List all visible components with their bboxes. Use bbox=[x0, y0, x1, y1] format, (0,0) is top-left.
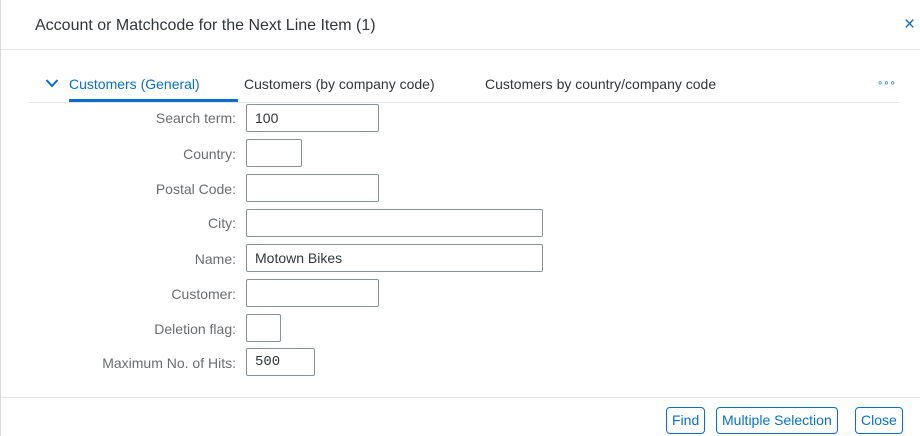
max-hits-input[interactable] bbox=[246, 348, 315, 376]
tab-customers-general[interactable]: Customers (General) bbox=[69, 76, 200, 92]
deletion-flag-label: Deletion flag: bbox=[154, 321, 236, 337]
tab-customers-by-country-company-code[interactable]: Customers by country/company code bbox=[485, 76, 716, 92]
header-divider bbox=[1, 49, 920, 50]
active-tab-indicator bbox=[69, 99, 238, 102]
multiple-selection-button[interactable]: Multiple Selection bbox=[716, 407, 838, 434]
close-icon[interactable]: × bbox=[904, 15, 915, 34]
postal-code-input[interactable] bbox=[246, 174, 379, 202]
close-button[interactable]: Close bbox=[855, 407, 903, 434]
customer-input[interactable] bbox=[246, 279, 379, 307]
name-input[interactable] bbox=[246, 244, 543, 272]
max-hits-label: Maximum No. of Hits: bbox=[102, 355, 236, 371]
search-term-input[interactable] bbox=[246, 104, 379, 132]
chevron-down-icon[interactable] bbox=[45, 78, 59, 88]
city-input[interactable] bbox=[246, 209, 543, 237]
tab-bar: Customers (General) Customers (by compan… bbox=[29, 72, 899, 103]
customer-label: Customer: bbox=[171, 286, 236, 302]
dialog-title: Account or Matchcode for the Next Line I… bbox=[35, 17, 376, 34]
country-input[interactable] bbox=[246, 139, 302, 167]
tab-customers-by-company-code[interactable]: Customers (by company code) bbox=[244, 76, 435, 92]
postal-code-label: Postal Code: bbox=[155, 181, 236, 197]
name-label: Name: bbox=[194, 251, 236, 267]
country-label: Country: bbox=[183, 146, 236, 162]
footer-divider bbox=[1, 397, 920, 398]
city-label: City: bbox=[208, 215, 236, 231]
search-help-dialog: Account or Matchcode for the Next Line I… bbox=[0, 0, 920, 436]
find-button[interactable]: Find bbox=[666, 407, 706, 434]
overflow-dots-icon[interactable]: ∘∘∘ bbox=[877, 78, 896, 89]
deletion-flag-input[interactable] bbox=[246, 314, 281, 342]
search-term-label: Search term: bbox=[155, 110, 236, 126]
